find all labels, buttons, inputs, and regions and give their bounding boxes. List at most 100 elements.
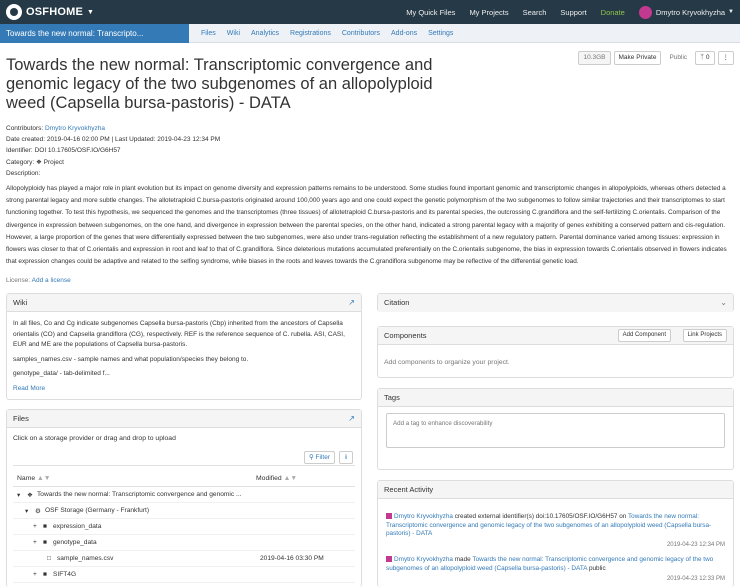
column-modified[interactable]: Modified ▲▼ — [256, 475, 297, 482]
column-modified-label: Modified — [256, 475, 282, 482]
contributors-line: Contributors: Dmytro Kryvokhyzha — [6, 125, 105, 132]
recent-activity-header: Recent Activity — [378, 481, 733, 499]
file-name: expression_data — [53, 523, 102, 530]
chevron-down-icon[interactable]: ⌄ — [720, 294, 727, 311]
project-actions: 10.3GB Make Private Public ᛉ 0 ⋮ — [575, 51, 734, 65]
sort-icon[interactable]: ▲▼ — [284, 475, 297, 482]
fork-count: 0 — [705, 54, 710, 61]
column-name[interactable]: Name ▲▼ — [17, 475, 51, 482]
wiki-panel-header: Wiki ↗ — [7, 294, 361, 312]
caret-down-icon: ▼ — [728, 9, 734, 15]
file-name: SIFT4G — [53, 571, 77, 578]
activity-user-link[interactable]: Dmytro Kryvokhyzha — [394, 513, 453, 520]
identifier-line: Identifier: DOI 10.17605/OSF.IO/G6H57 — [6, 147, 121, 154]
files-panel-header: Files ↗ — [7, 410, 361, 428]
category-line: Category: ❖ Project — [6, 158, 64, 166]
table-row[interactable]: ▾ ⚙ OSF Storage (Germany - Frankfurt) — [13, 503, 355, 519]
folder-icon: ■ — [43, 539, 47, 546]
wiki-paragraph: samples_names.csv - sample names and wha… — [13, 355, 249, 363]
storage-icon: ⚙ — [35, 508, 41, 515]
contributor-link[interactable]: Dmytro Kryvokhyzha — [45, 125, 105, 132]
activity-suffix: public — [588, 564, 606, 572]
fork-icon: ᛉ — [700, 54, 705, 61]
osf-home-menu[interactable]: OSFHOME ▼ — [6, 4, 94, 20]
fork-button[interactable]: ᛉ 0 — [695, 51, 715, 65]
nav-my-projects[interactable]: My Projects — [469, 8, 508, 17]
nav-donate[interactable]: Donate — [601, 8, 625, 17]
table-row[interactable]: □ sample_names.csv 2019-04-16 03:30 PM — [13, 551, 355, 567]
file-icon: □ — [47, 555, 51, 562]
user-avatar-icon — [386, 513, 392, 519]
read-more-link[interactable]: Read More — [13, 385, 45, 392]
citation-panel-title: Citation — [384, 298, 410, 307]
plus-icon[interactable]: + — [33, 571, 37, 578]
navbar-links: My Quick Files My Projects Search Suppor… — [406, 0, 740, 24]
external-link-icon[interactable]: ↗ — [348, 410, 355, 427]
activity-user-link[interactable]: Dmytro Kryvokhyzha — [394, 556, 453, 563]
nav-support[interactable]: Support — [560, 8, 586, 17]
project-nav-title[interactable]: Towards the new normal: Transcripto... — [0, 23, 189, 43]
table-row[interactable]: + ■ expression_data — [13, 519, 355, 535]
tab-contributors[interactable]: Contributors — [342, 30, 380, 37]
add-component-button[interactable]: Add Component — [617, 329, 671, 342]
make-private-button[interactable]: Make Private — [613, 51, 662, 65]
table-row[interactable]: + ■ SIFT4G — [13, 567, 355, 583]
nav-search[interactable]: Search — [523, 8, 547, 17]
brand-name: OSFHOME — [26, 6, 84, 18]
link-projects-button[interactable]: Link Projects — [682, 329, 727, 342]
activity-timestamp: 2019-04-23 12:34 PM — [666, 541, 725, 548]
filter-button[interactable]: ⚲ Filter — [303, 451, 335, 464]
files-toolbar: ⚲ Filter i — [13, 448, 355, 466]
tab-wiki[interactable]: Wiki — [227, 30, 240, 37]
contributors-label: Contributors: — [6, 125, 44, 132]
info-button[interactable]: i — [339, 451, 353, 464]
identifier-value: DOI 10.17605/OSF.IO/G6H57 — [34, 147, 121, 154]
more-options-button[interactable]: ⋮ — [717, 51, 734, 65]
info-icon: i — [345, 454, 347, 461]
plus-icon[interactable]: + — [33, 523, 37, 530]
wiki-paragraph: In all files, Co and Cg indicate subgeno… — [13, 320, 345, 348]
activity-action: created external identifier(s) doi:10.17… — [454, 513, 627, 520]
osf-logo-icon — [6, 4, 22, 20]
nav-my-quick-files[interactable]: My Quick Files — [406, 8, 455, 17]
project-description: Allopolyploidy has played a major role i… — [6, 185, 727, 266]
table-row[interactable]: + ■ genotype_data — [13, 535, 355, 551]
plus-icon[interactable]: + — [33, 539, 37, 546]
column-name-label: Name — [17, 475, 36, 482]
project-navbar: Towards the new normal: Transcripto... F… — [0, 23, 740, 43]
tab-analytics[interactable]: Analytics — [251, 30, 279, 37]
external-link-icon[interactable]: ↗ — [348, 294, 355, 311]
recent-activity-panel: Recent Activity Dmytro Kryvokhyzha creat… — [377, 480, 734, 587]
license-line: License: Add a license — [6, 277, 71, 284]
activity-item: Dmytro Kryvokhyzha made Towards the new … — [386, 556, 725, 584]
public-status: Public — [664, 51, 693, 65]
citation-panel-header[interactable]: Citation ⌄ — [378, 294, 733, 312]
table-row[interactable]: ▾ ❖ Towards the new normal: Transcriptom… — [13, 487, 355, 503]
tags-panel: Tags Add a tag to enhance discoverabilit… — [377, 388, 734, 470]
tab-add-ons[interactable]: Add-ons — [391, 30, 417, 37]
file-name: OSF Storage (Germany - Frankfurt) — [45, 507, 150, 514]
files-panel: Files ↗ Click on a storage provider or d… — [6, 409, 362, 587]
project-icon: ❖ — [27, 492, 33, 499]
citation-panel[interactable]: Citation ⌄ — [377, 293, 734, 312]
upload-hint: Click on a storage provider or drag and … — [13, 435, 176, 442]
caret-down-icon[interactable]: ▾ — [17, 491, 20, 499]
file-name: Towards the new normal: Transcriptomic c… — [37, 491, 242, 498]
page-title: Towards the new normal: Transcriptomic c… — [6, 56, 433, 112]
tags-input[interactable]: Add a tag to enhance discoverability — [386, 413, 725, 448]
tab-registrations[interactable]: Registrations — [290, 30, 331, 37]
activity-action: made — [454, 556, 471, 563]
top-navbar: OSFHOME ▼ My Quick Files My Projects Sea… — [0, 0, 740, 24]
user-menu[interactable]: Dmytro Kryvokhyzha ▼ — [638, 5, 734, 19]
file-modified: 2019-04-16 03:30 PM — [260, 555, 324, 562]
files-table-header: Name ▲▼ Modified ▲▼ — [13, 473, 355, 487]
license-label: License: — [6, 277, 31, 284]
caret-down-icon[interactable]: ▾ — [25, 507, 28, 515]
tab-files[interactable]: Files — [201, 30, 216, 37]
category-value: Project — [43, 159, 64, 166]
tab-settings[interactable]: Settings — [428, 30, 453, 37]
wiki-panel-title: Wiki — [13, 298, 28, 307]
add-license-link[interactable]: Add a license — [32, 277, 71, 284]
sort-icon[interactable]: ▲▼ — [37, 475, 50, 482]
user-name: Dmytro Kryvokhyzha — [655, 7, 726, 17]
